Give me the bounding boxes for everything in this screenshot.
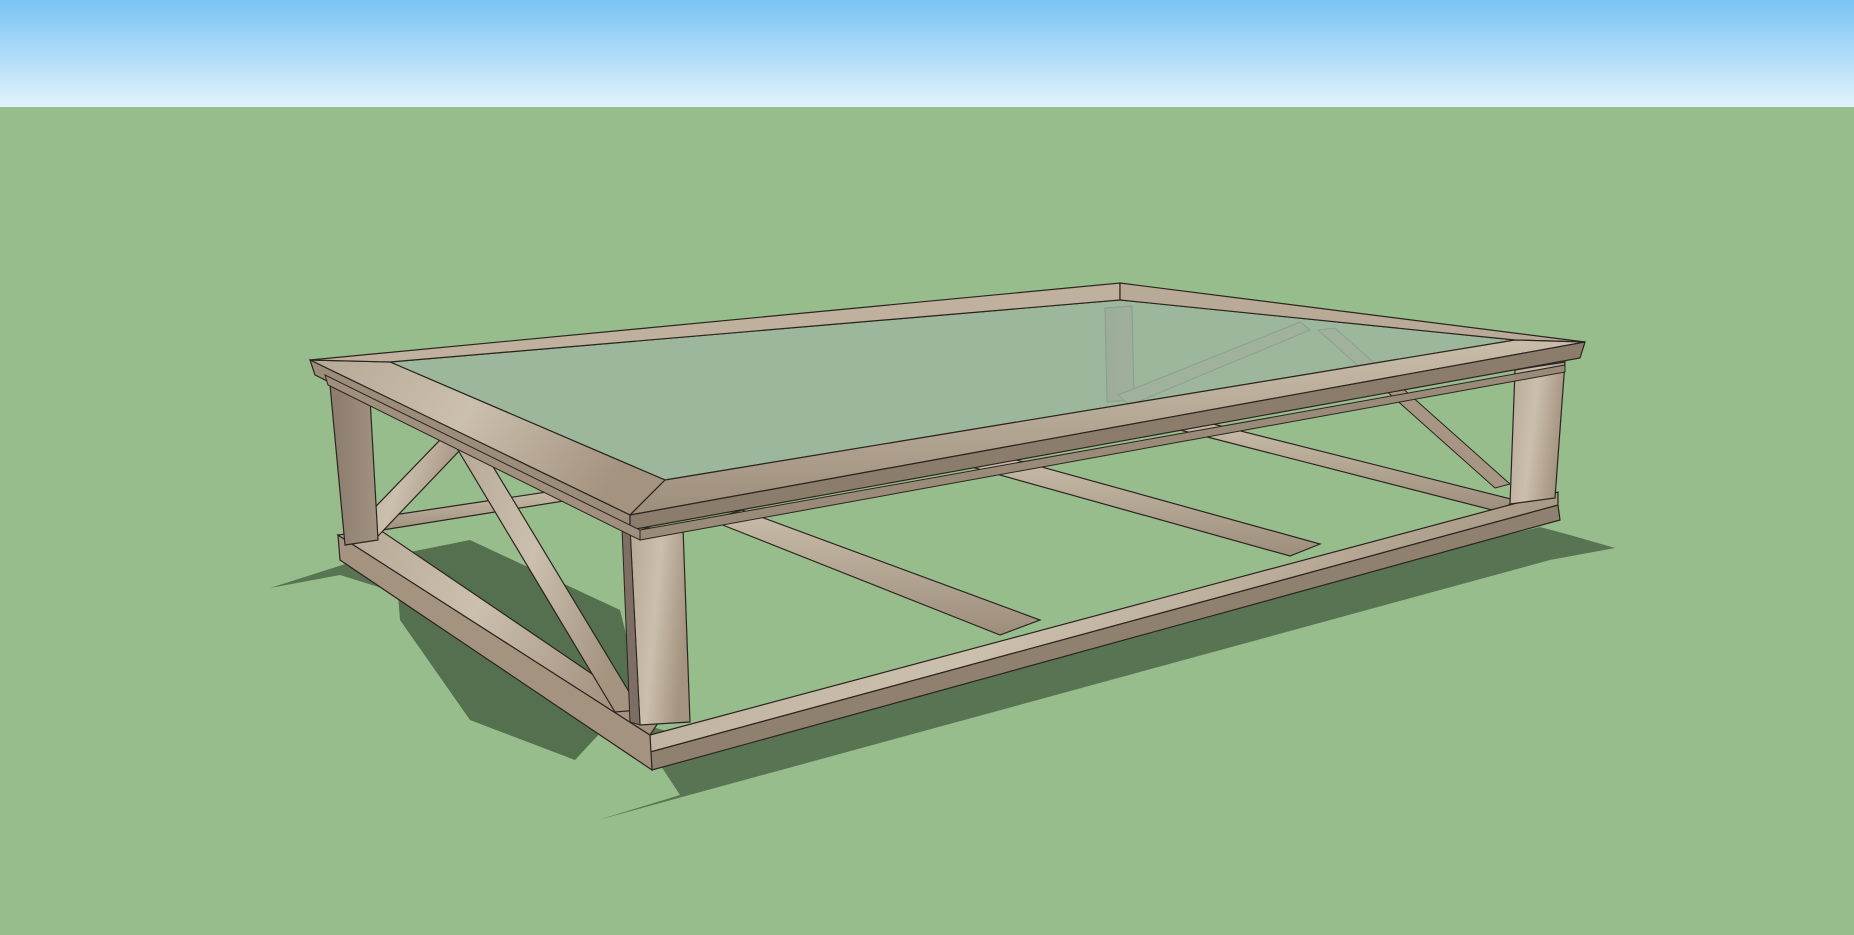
back-stretcher (1177, 421, 1517, 513)
left-back-leg (329, 384, 379, 546)
front-inner-stretcher (708, 509, 1042, 636)
coffee-table-model[interactable] (0, 0, 1854, 935)
3d-viewport[interactable] (0, 0, 1854, 935)
center-stretcher (973, 455, 1322, 557)
right-front-leg (1509, 361, 1566, 505)
